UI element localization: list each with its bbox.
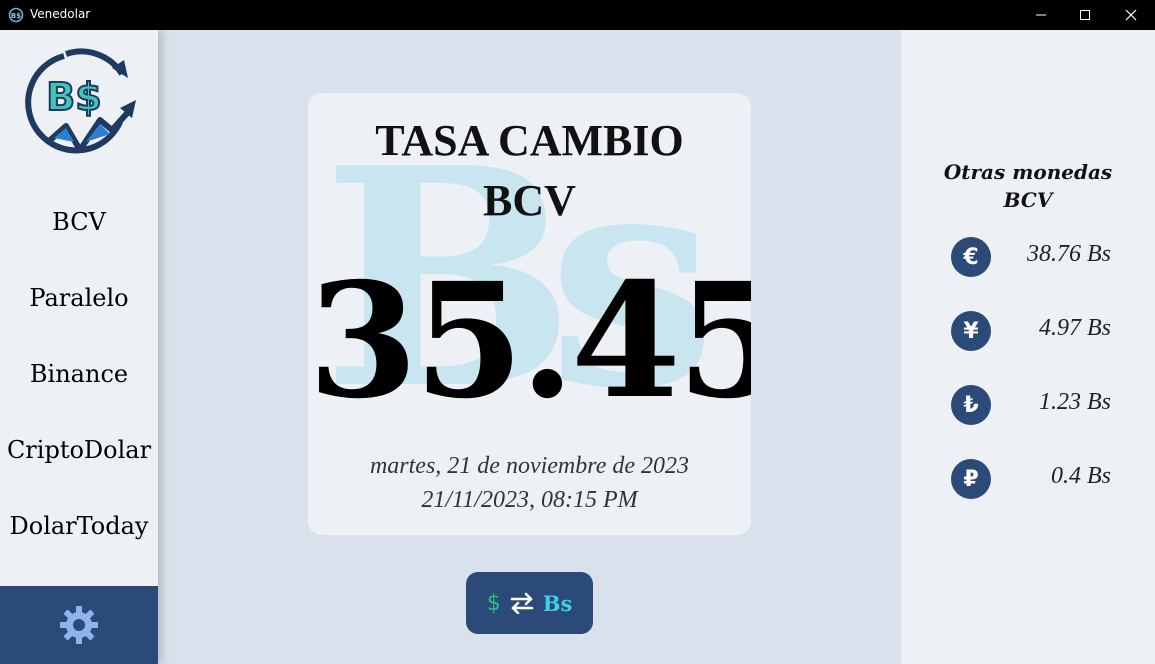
lira-icon: ₺ (951, 385, 991, 425)
currency-row-euro: € 38.76 Bs (951, 237, 1111, 277)
maximize-button[interactable] (1062, 0, 1108, 30)
svg-text:B$: B$ (46, 75, 101, 119)
minimize-button[interactable] (1018, 0, 1064, 30)
sidebar-item-dolartoday[interactable]: DolarToday (0, 512, 158, 540)
settings-button[interactable] (0, 586, 158, 664)
gear-icon (60, 606, 98, 644)
yuan-icon: ¥ (951, 311, 991, 351)
currency-value: 38.76 Bs (1027, 241, 1111, 267)
app-icon: B$ (8, 7, 24, 23)
close-button[interactable] (1108, 0, 1154, 30)
currency-row-yuan: ¥ 4.97 Bs (951, 311, 1111, 351)
currency-value: 1.23 Bs (1039, 389, 1111, 415)
minimize-icon (1036, 14, 1046, 16)
currency-row-ruble: ₽ 0.4 Bs (951, 459, 1111, 499)
currency-value: 0.4 Bs (1051, 463, 1111, 489)
other-currencies-title-line2: BCV (1003, 188, 1053, 212)
sidebar-item-criptodolar[interactable]: CriptoDolar (0, 436, 158, 464)
sidebar-item-binance[interactable]: Binance (0, 360, 158, 388)
sidebar-item-bcv[interactable]: BCV (0, 208, 158, 236)
currency-value: 4.97 Bs (1039, 315, 1111, 341)
swap-arrows-icon (510, 592, 534, 614)
other-currencies-title: Otras monedas BCV (901, 158, 1155, 214)
svg-text:B$: B$ (11, 12, 21, 20)
bs-symbol: Bs (542, 590, 573, 616)
ruble-icon: ₽ (951, 459, 991, 499)
sidebar: B$ BCV Paralelo Binance CriptoDolar Dola… (0, 30, 158, 664)
card-title-line1: TASA CAMBIO (375, 116, 684, 165)
card-title-line2: BCV (483, 176, 576, 225)
date-long: martes, 21 de noviembre de 2023 (369, 453, 690, 479)
euro-icon: € (951, 237, 991, 277)
window-titlebar: B$ Venedolar (0, 0, 1155, 30)
dollar-symbol: $ (486, 590, 501, 616)
sidebar-item-paralelo[interactable]: Paralelo (0, 284, 158, 312)
date-short: 21/11/2023, 08:15 PM (421, 487, 638, 513)
currency-row-lira: ₺ 1.23 Bs (951, 385, 1111, 425)
rate-card: Bs TASA CAMBIO BCV 35.45 martes, 21 de n… (308, 93, 751, 535)
main-content: Bs TASA CAMBIO BCV 35.45 martes, 21 de n… (158, 30, 901, 664)
other-currencies-title-line1: Otras monedas (943, 160, 1113, 184)
other-currencies-panel: Otras monedas BCV € 38.76 Bs ¥ 4.97 Bs ₺… (901, 30, 1155, 664)
close-icon (1125, 9, 1137, 21)
window-title: Venedolar (30, 7, 91, 21)
convert-button[interactable]: $ Bs (466, 572, 593, 634)
venedolar-logo: B$ (25, 48, 136, 154)
exchange-rate-value: 35.45 (308, 249, 751, 434)
maximize-icon (1080, 10, 1090, 20)
